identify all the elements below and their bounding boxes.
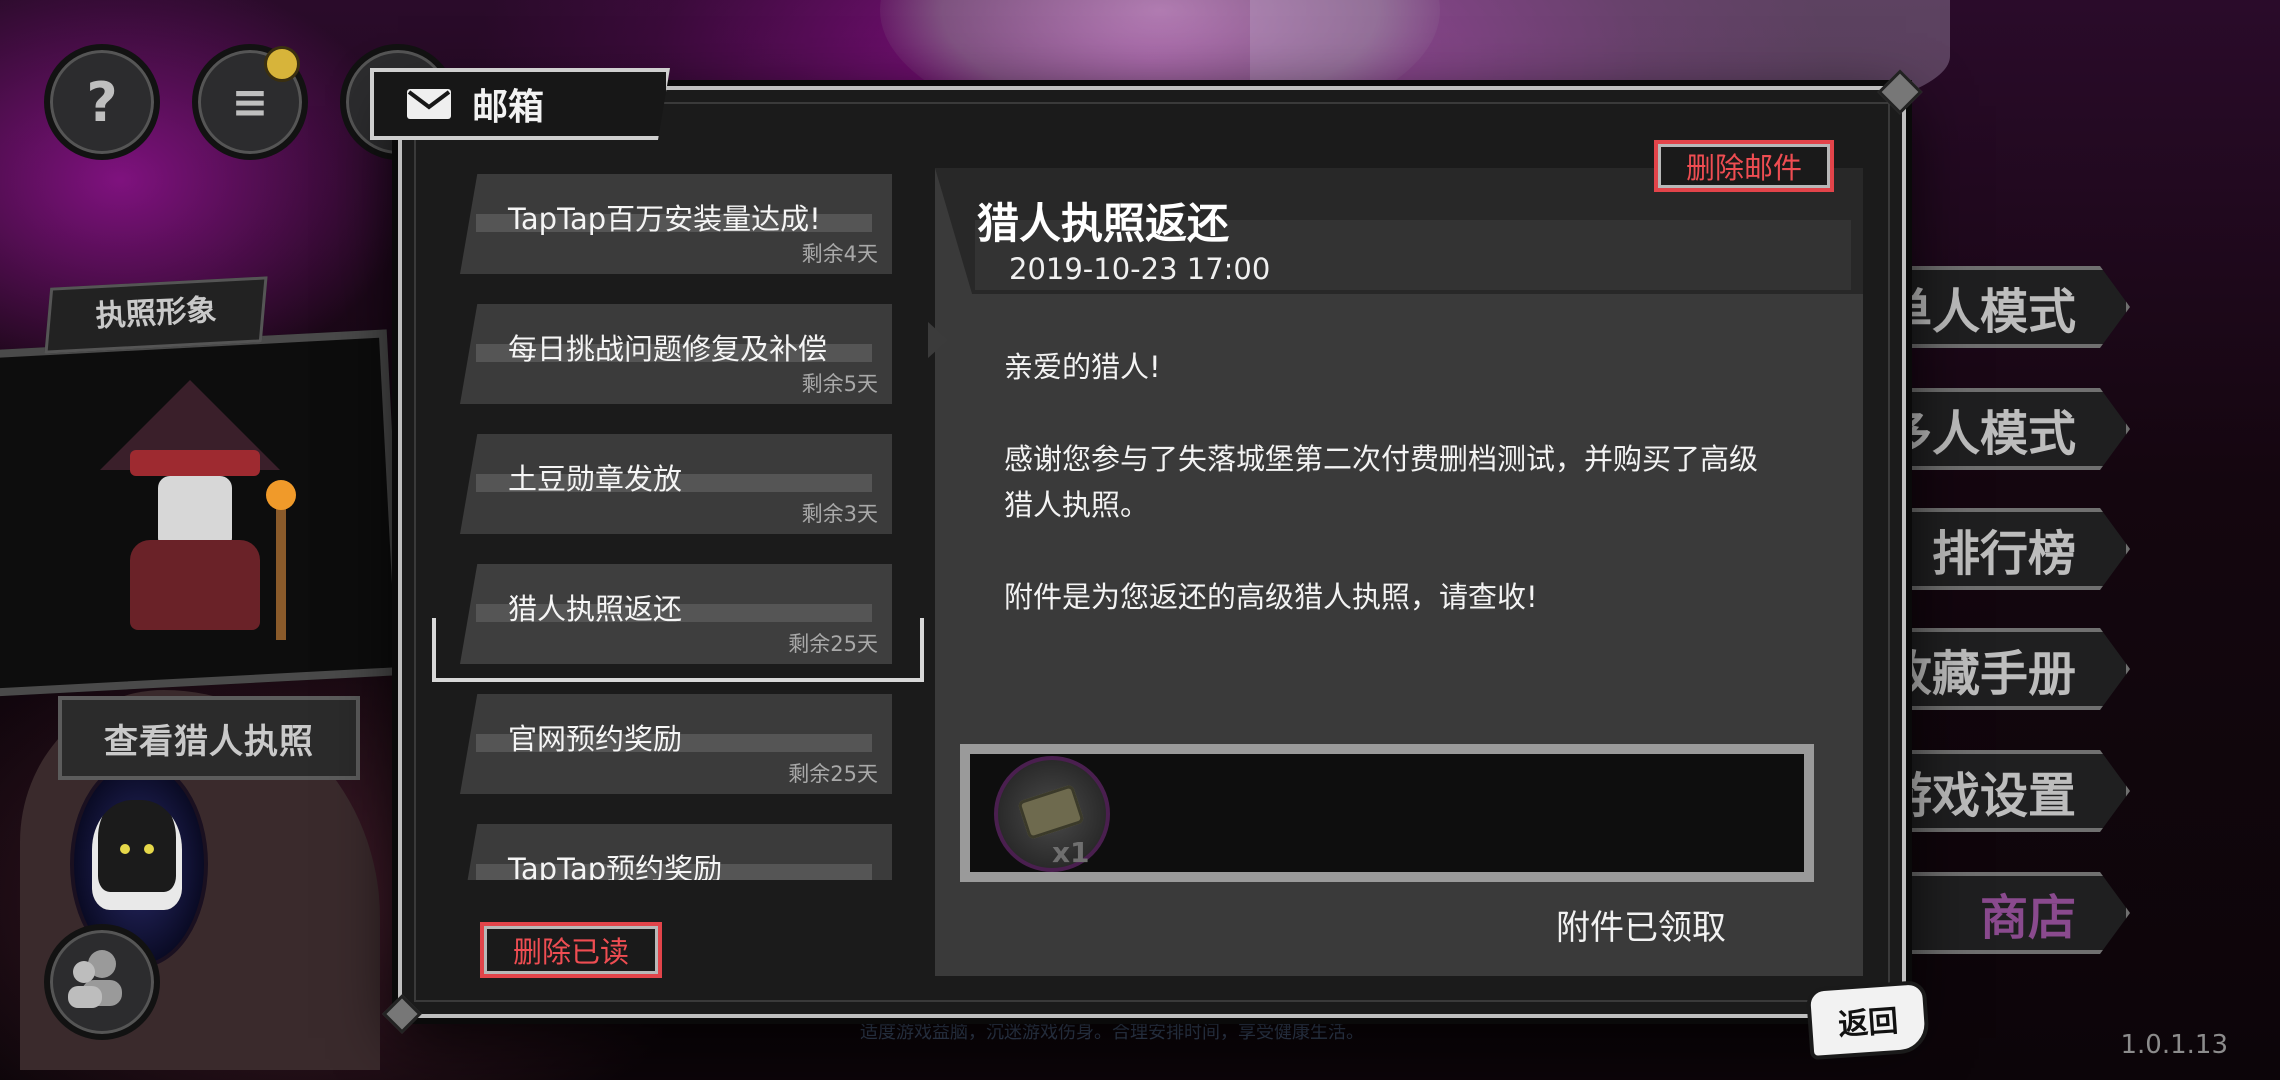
- orb-icon: [266, 480, 296, 510]
- ghost-character-icon: [92, 800, 182, 910]
- friends-button[interactable]: [44, 924, 160, 1040]
- menu-single-player[interactable]: 单人模式: [1880, 266, 2130, 348]
- mail-list-item[interactable]: TapTap预约奖励: [460, 824, 892, 880]
- menu-label: 商店: [1979, 890, 2076, 946]
- health-tip: 适度游戏益脑，沉迷游戏伤身。合理安排时间，享受健康生活。: [860, 1022, 1364, 1043]
- menu-leaderboard[interactable]: 排行榜: [1880, 508, 2130, 590]
- menu-label: 单人模式: [1884, 284, 2077, 340]
- mail-body-text: 亲爱的猎人! 感谢您参与了失落城堡第二次付费删档测试，并购买了高级 猎人执照。 …: [1004, 350, 1759, 614]
- robe-icon: [130, 540, 260, 630]
- delete-mail-label: 删除邮件: [1685, 151, 1802, 185]
- mail-item-remaining: 剩余5天: [801, 372, 878, 396]
- staff-icon: [276, 490, 286, 640]
- mail-list-item[interactable]: TapTap百万安装量达成! 剩余4天: [460, 174, 892, 274]
- view-license-label: 查看猎人执照: [104, 721, 314, 762]
- mail-item-title: TapTap预约奖励: [508, 852, 723, 880]
- view-license-button[interactable]: 查看猎人执照: [58, 696, 360, 780]
- friends-icon: [68, 950, 122, 1008]
- mail-list[interactable]: TapTap百万安装量达成! 剩余4天 每日挑战问题修复及补偿 剩余5天 土豆勋…: [430, 170, 930, 880]
- selection-pointer-icon: [928, 322, 948, 358]
- mail-list-item[interactable]: 官网预约奖励 剩余25天: [460, 694, 892, 794]
- dialog-title: 邮箱: [472, 87, 545, 128]
- mail-item-title: 每日挑战问题修复及补偿: [508, 332, 828, 366]
- mail-item-title: 土豆勋章发放: [508, 462, 683, 496]
- help-button[interactable]: ?: [44, 44, 160, 160]
- selected-item-highlight: [432, 618, 924, 682]
- menu-settings[interactable]: 游戏设置: [1880, 750, 2130, 832]
- version-label: 1.0.1.13: [2120, 1030, 2228, 1060]
- mail-item-title: TapTap百万安装量达成!: [508, 202, 821, 236]
- notification-dot: [264, 46, 300, 82]
- hatband-icon: [130, 450, 260, 476]
- hunter-avatar: [80, 380, 300, 640]
- mail-detail-title: 猎人执照返还: [977, 199, 1230, 248]
- license-tag: 执照形象: [44, 276, 268, 354]
- menu-collection[interactable]: 收藏手册: [1880, 628, 2130, 710]
- mail-item-remaining: 剩余3天: [801, 502, 878, 526]
- delete-read-label: 删除已读: [512, 935, 629, 969]
- mail-item-remaining: 剩余25天: [788, 762, 878, 786]
- delete-read-button[interactable]: 删除已读: [480, 922, 662, 978]
- menu-multi-player[interactable]: 多人模式: [1880, 388, 2130, 470]
- menu-shop[interactable]: 商店: [1880, 872, 2130, 954]
- menu-label: 游戏设置: [1884, 768, 2077, 824]
- license-ticket-icon: [1017, 784, 1085, 840]
- back-button[interactable]: 返回: [1805, 979, 1931, 1061]
- mail-list-item[interactable]: 土豆勋章发放 剩余3天: [460, 434, 892, 534]
- mail-item-title: 官网预约奖励: [508, 722, 683, 756]
- back-label: 返回: [1837, 1003, 1900, 1044]
- mail-item-remaining: 剩余4天: [801, 242, 878, 266]
- face-icon: [158, 476, 232, 550]
- menu-label: 多人模式: [1884, 406, 2077, 462]
- mailbox-tab: 邮箱: [370, 68, 670, 140]
- mail-icon: [407, 89, 451, 119]
- attachment-quantity: x1: [1052, 836, 1090, 869]
- notice-icon: ≡: [231, 76, 269, 128]
- mail-detail-date: 2019-10-23 17:00: [1009, 252, 1271, 286]
- menu-label: 排行榜: [1931, 526, 2076, 582]
- delete-mail-button[interactable]: 删除邮件: [1654, 140, 1834, 192]
- attachment-status: 附件已领取: [1556, 908, 1726, 948]
- license-tag-label: 执照形象: [94, 293, 218, 334]
- help-icon: ?: [86, 70, 118, 134]
- menu-label: 收藏手册: [1884, 646, 2077, 702]
- mail-list-item[interactable]: 每日挑战问题修复及补偿 剩余5天: [460, 304, 892, 404]
